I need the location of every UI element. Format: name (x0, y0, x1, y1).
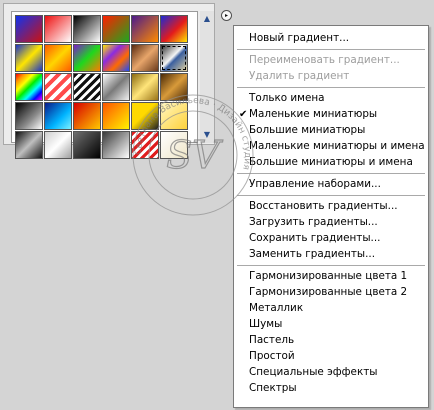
gradient-picker-context-menu: Новый градиент... Переименовать градиент.… (233, 25, 429, 408)
gradient-swatch-foreground-to-background[interactable] (15, 15, 43, 43)
menu-item[interactable]: Гармонизированные цвета 1 (249, 270, 407, 283)
gradient-swatch-orange-yellow[interactable] (102, 102, 130, 130)
menu-item[interactable]: Большие миниатюры и имена (249, 156, 413, 169)
gradient-swatch-orange-yellow-orange[interactable] (44, 44, 72, 72)
menu-item: Удалить градиент (249, 70, 350, 82)
gradient-swatch-blue-red-yellow[interactable] (160, 15, 188, 43)
menu-item[interactable]: Пастель (249, 334, 294, 347)
menu-item[interactable]: Гармонизированные цвета 2 (249, 286, 407, 299)
gradient-swatch-blue-yellow-blue[interactable] (15, 44, 43, 72)
watermark-monogram: SV (166, 133, 223, 177)
menu-item[interactable]: Сохранить градиенты... (249, 232, 380, 245)
menu-separator (237, 195, 425, 196)
gradient-swatch-yellow-violet-orange-blue[interactable] (102, 44, 130, 72)
menu-item[interactable]: Простой (249, 350, 295, 363)
menu-separator (237, 265, 425, 266)
gradient-swatch-red-green[interactable] (102, 15, 130, 43)
gradient-swatch-neutral-density[interactable] (15, 102, 43, 130)
menu-item[interactable]: Металлик (249, 302, 303, 315)
picker-menu-button[interactable]: ▸ (221, 10, 232, 21)
menu-item[interactable]: Маленькие миниатюры (249, 108, 377, 121)
menu-item[interactable]: Маленькие миниатюры и имена (249, 140, 425, 153)
gradient-swatch-black-white[interactable] (73, 15, 101, 43)
gradient-swatch-gray-white[interactable] (102, 131, 130, 159)
gradient-swatch-red-yellow[interactable] (73, 102, 101, 130)
menu-item[interactable]: Новый градиент... (249, 32, 349, 45)
menu-item[interactable]: Восстановить градиенты... (249, 200, 398, 213)
watermark-stamp: Светлана Васильева · Дизайн студия SV (132, 94, 254, 216)
menu-item[interactable]: Только имена (249, 92, 325, 105)
gradient-swatch-violet-orange[interactable] (131, 15, 159, 43)
photoshop-gradient-picker-screen: ▲ ▼ ▸ Новый градиент... Переименовать гра… (0, 0, 434, 410)
menu-item[interactable]: Специальные эффекты (249, 366, 378, 379)
gradient-swatch-spectrum[interactable] (15, 73, 43, 101)
gradient-swatch-silver[interactable] (102, 73, 130, 101)
gradient-swatch-transparent-stripes[interactable] (73, 73, 101, 101)
gradient-swatch-foreground-to-transparent[interactable] (44, 15, 72, 43)
menu-item[interactable]: Загрузить градиенты... (249, 216, 378, 229)
gradient-swatch-blue-cyan[interactable] (44, 102, 72, 130)
scroll-up-arrow-icon[interactable]: ▲ (200, 13, 214, 25)
gradient-swatch-gray-black[interactable] (73, 131, 101, 159)
menu-separator (237, 173, 425, 174)
gradient-swatch-chrome[interactable] (160, 44, 188, 72)
gradient-swatch-silver-white[interactable] (44, 131, 72, 159)
menu-item[interactable]: Управление наборами... (249, 178, 381, 191)
gradient-swatch-copper[interactable] (131, 44, 159, 72)
menu-item[interactable]: Спектры (249, 382, 297, 395)
gradient-swatch-dark-chrome[interactable] (15, 131, 43, 159)
menu-item[interactable]: Большие миниатюры (249, 124, 365, 137)
gradient-swatch-violet-green-orange[interactable] (73, 44, 101, 72)
menu-separator (237, 87, 425, 88)
menu-item[interactable]: Заменить градиенты... (249, 248, 375, 261)
gradient-swatch-transparent-rainbow[interactable] (44, 73, 72, 101)
menu-separator (237, 49, 425, 50)
menu-item: Переименовать градиент... (249, 54, 400, 66)
menu-item[interactable]: Шумы (249, 318, 282, 331)
